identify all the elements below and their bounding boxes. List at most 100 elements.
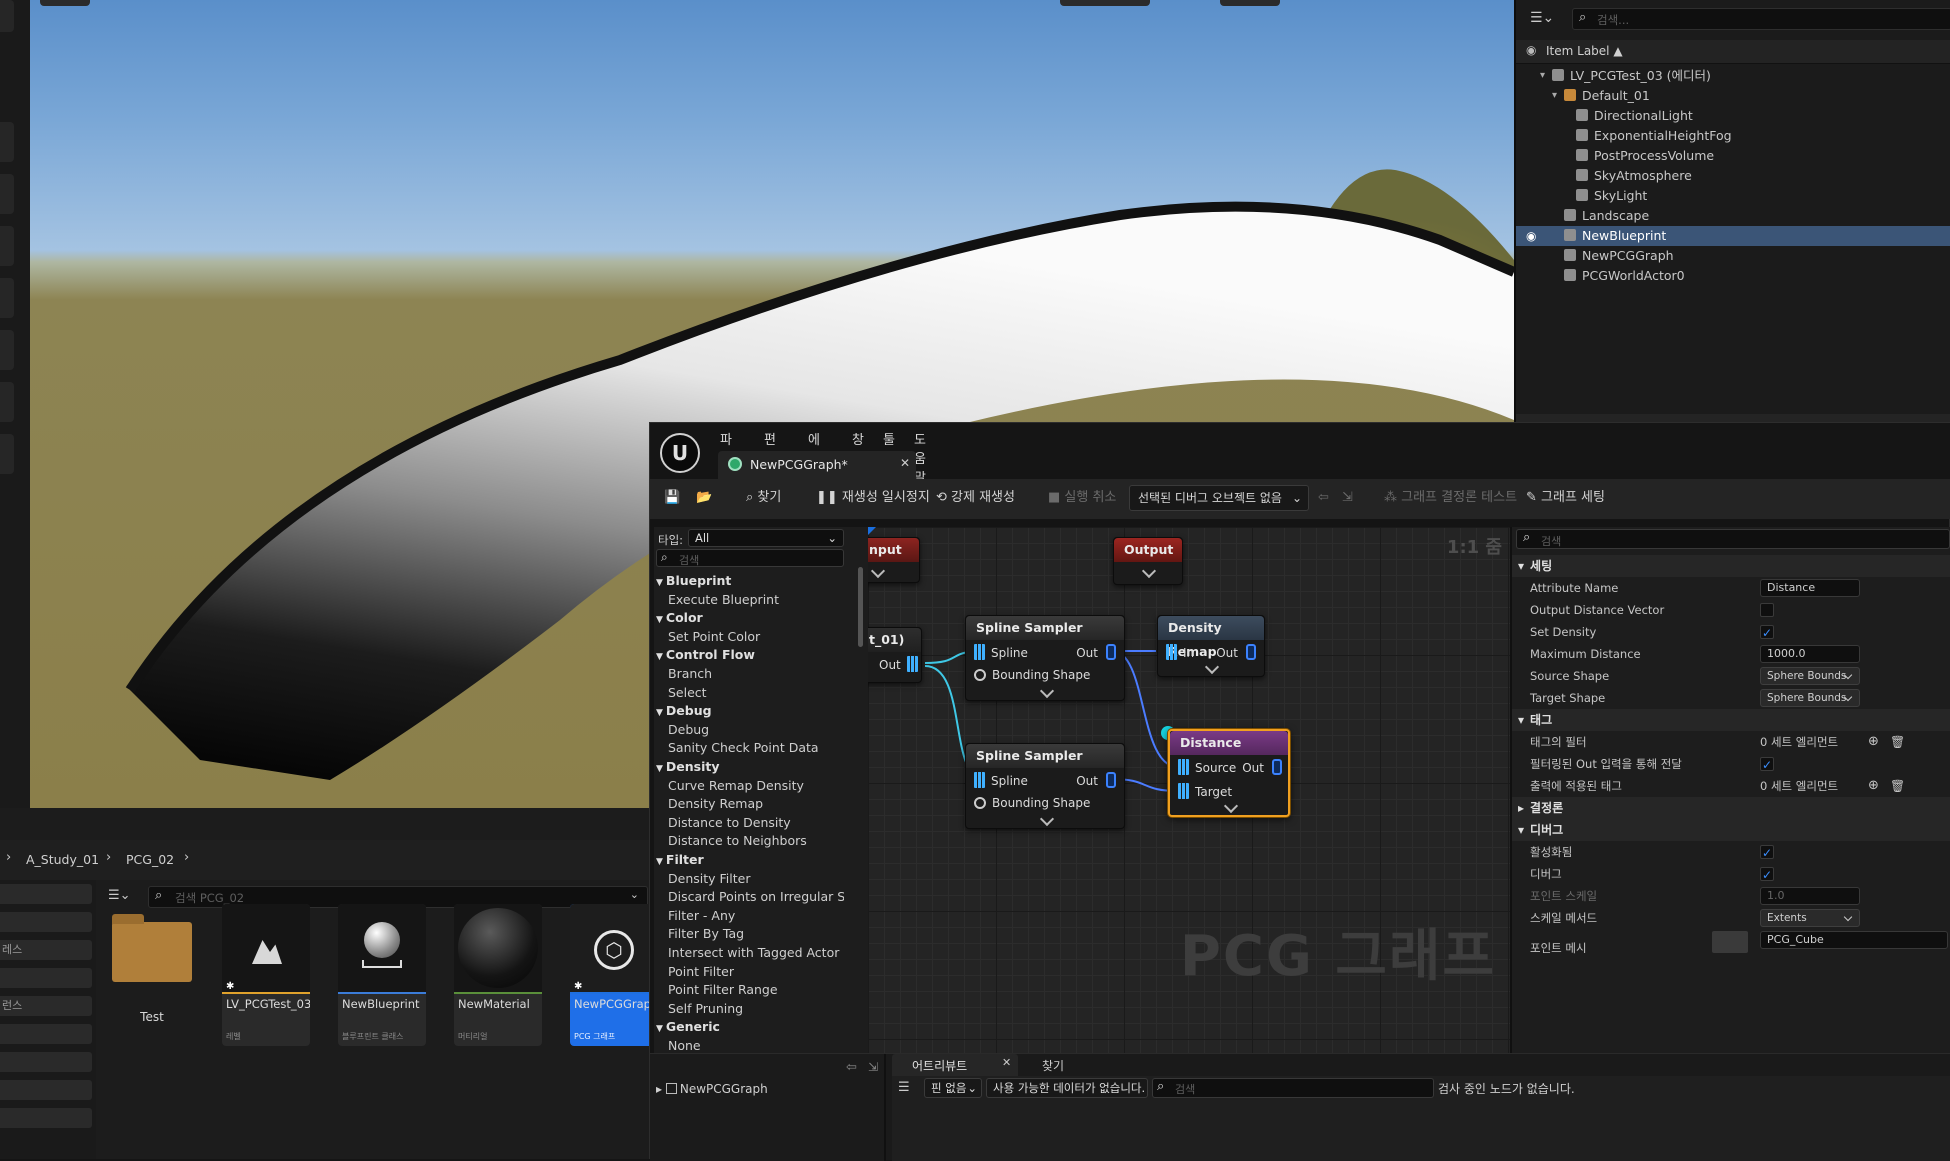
outliner-item[interactable]: Landscape (1516, 206, 1950, 226)
trash-icon[interactable]: 🗑 (1890, 775, 1905, 797)
point-mesh-field[interactable]: PCG_Cube (1760, 931, 1948, 949)
menu-item[interactable]: 툴 (883, 429, 895, 448)
source-input-pin[interactable]: Source (1178, 759, 1236, 775)
outliner-item[interactable]: PostProcessVolume (1516, 146, 1950, 166)
source-row[interactable] (0, 884, 92, 904)
palette-node-item[interactable]: Debug (668, 720, 709, 739)
section-debug[interactable]: ▾ 디버그 (1512, 819, 1950, 841)
viewport-toolbar-button[interactable] (40, 0, 90, 6)
pin-filter-dropdown[interactable]: 핀 없음 ⌄ (924, 1078, 982, 1098)
source-row[interactable] (0, 912, 92, 932)
palette-search-input[interactable]: ⌕ 검색 (656, 549, 844, 567)
tab-attributes[interactable]: 어트리뷰트 ✕ (892, 1054, 1018, 1076)
find-button[interactable]: ⌕ 찾기 (746, 480, 781, 516)
output-pin[interactable]: Out (1242, 759, 1282, 775)
toolbar-slot[interactable] (0, 0, 14, 32)
spline-sampler-node[interactable]: Spline Sampler Spline Bounding Shape Out (965, 615, 1125, 701)
spline-sampler-node[interactable]: Spline Sampler Spline Bounding Shape Out (965, 743, 1125, 829)
actor-data-node[interactable]: t_01) Out (868, 627, 922, 683)
palette-category[interactable]: ▼ Generic (656, 1017, 720, 1036)
set-density-checkbox[interactable] (1760, 622, 1774, 644)
outliner-item[interactable]: ExponentialHeightFog (1516, 126, 1950, 146)
close-icon[interactable]: ✕ (1002, 1056, 1011, 1069)
pass-through-checkbox[interactable] (1760, 754, 1774, 776)
output-pin[interactable]: Out (1216, 644, 1256, 660)
filter-icon[interactable]: ☰⌄ (108, 888, 131, 903)
asset-tile[interactable]: NewMaterial 머티리얼 (454, 904, 542, 1046)
attributes-search-input[interactable]: ⌕ 검색 (1152, 1078, 1434, 1098)
palette-node-item[interactable]: Point Filter (668, 962, 734, 981)
outliner-item[interactable]: ▾ Default_01 (1516, 86, 1950, 106)
visibility-icon[interactable]: ◉ (1526, 226, 1536, 246)
outliner-item[interactable]: DirectionalLight (1516, 106, 1950, 126)
toolbar-slot[interactable] (0, 122, 14, 162)
input-node[interactable]: nput (868, 537, 920, 583)
section-tags[interactable]: ▾ 태그 (1512, 709, 1950, 731)
palette-node-item[interactable]: Intersect with Tagged Actor Ge (668, 943, 844, 962)
target-shape-dropdown[interactable]: Sphere Bounds (1760, 689, 1860, 707)
pause-regeneration-button[interactable]: ❚❚ 재생성 일시정지 (816, 480, 930, 516)
outliner-search-input[interactable]: ⌕ 검색... (1572, 8, 1950, 30)
browse-icon[interactable]: 📂 (696, 480, 712, 516)
chevron-down-icon[interactable] (1039, 683, 1055, 699)
source-row[interactable] (0, 1108, 92, 1128)
output-pin[interactable]: Out (1076, 772, 1116, 788)
type-dropdown[interactable]: All ⌄ (688, 529, 844, 547)
viewport-toolbar-button[interactable] (1220, 0, 1280, 6)
scale-method-dropdown[interactable]: Extents (1760, 909, 1860, 927)
palette-node-item[interactable]: Select (668, 683, 707, 702)
palette-node-item[interactable]: None (668, 1036, 701, 1053)
trash-icon[interactable]: 🗑 (1890, 731, 1905, 753)
breadcrumb-item[interactable]: PCG_02 (126, 852, 174, 867)
data-filter-dropdown[interactable]: 사용 가능한 데이터가 없습니다. (986, 1078, 1148, 1098)
palette-category[interactable]: ▼ Control Flow (656, 645, 755, 664)
palette-node-item[interactable]: Sanity Check Point Data (668, 738, 819, 757)
source-row[interactable]: 런스 (0, 996, 92, 1016)
back-icon[interactable]: ⇦ (846, 1060, 857, 1075)
palette-node-item[interactable]: Discard Points on Irregular Sur (668, 887, 844, 906)
input-pin[interactable]: In (1166, 644, 1194, 660)
palette-node-item[interactable]: Self Pruning (668, 999, 743, 1018)
details-search-input[interactable]: ⌕ 검색 (1516, 529, 1950, 549)
expand-arrow-icon[interactable]: ▾ (1540, 66, 1545, 86)
asset-tile[interactable]: Test (108, 904, 196, 1046)
palette-node-item[interactable]: Distance to Density (668, 813, 791, 832)
browse-icon[interactable]: ⇲ (868, 1060, 878, 1074)
close-icon[interactable]: ✕ (900, 456, 910, 470)
graph-canvas[interactable]: 1:1 줌 PCG 그래프 nput t_01) Out Output Spli… (868, 527, 1510, 1053)
filter-icon[interactable]: ☰ (898, 1080, 910, 1095)
palette-node-item[interactable]: Filter - Any (668, 906, 735, 925)
toolbar-slot[interactable] (0, 278, 14, 318)
target-input-pin[interactable]: Target (1178, 783, 1232, 799)
attribute-name-field[interactable]: Distance (1760, 579, 1860, 597)
chevron-down-icon[interactable] (1141, 563, 1157, 579)
palette-category[interactable]: ▼ Filter (656, 850, 704, 869)
source-row[interactable]: 레스 (0, 940, 92, 960)
asset-tile[interactable]: ✱ LV_PCGTest_03 레벨 (222, 904, 310, 1046)
palette-node-item[interactable]: Point Filter Range (668, 980, 778, 999)
source-row[interactable] (0, 968, 92, 988)
toolbar-slot[interactable] (0, 434, 14, 474)
graph-settings-button[interactable]: ✎ 그래프 세팅 (1526, 480, 1605, 516)
outliner-item[interactable]: PCGWorldActor0 (1516, 266, 1950, 286)
tab-find[interactable]: 찾기 (1042, 1057, 1064, 1074)
palette-node-item[interactable]: Density Remap (668, 794, 763, 813)
palette-node-item[interactable]: Distance to Neighbors (668, 831, 807, 850)
enabled-checkbox[interactable] (1760, 842, 1774, 864)
distance-node[interactable]: Distance Source Target Out (1168, 729, 1290, 817)
point-scale-field[interactable]: 1.0 (1760, 887, 1860, 905)
palette-category[interactable]: ▼ Debug (656, 701, 712, 720)
mesh-thumbnail[interactable] (1712, 931, 1748, 953)
outliner-item[interactable]: ◉ NewBlueprint (1516, 226, 1950, 246)
toolbar-slot[interactable] (0, 330, 14, 370)
asset-tile[interactable]: NewBlueprint 블루프린트 클래스 (338, 904, 426, 1046)
palette-category[interactable]: ▼ Color (656, 608, 703, 627)
palette-category[interactable]: ▼ Density (656, 757, 720, 776)
palette-node-item[interactable]: Curve Remap Density (668, 776, 804, 795)
force-regeneration-button[interactable]: ⟲ 강제 재생성 (936, 480, 1015, 516)
add-icon[interactable]: ⊕ (1868, 731, 1879, 753)
debug-object-dropdown[interactable]: 선택된 디버그 오브젝트 없음 ⌄ (1129, 485, 1309, 511)
source-row[interactable] (0, 1080, 92, 1100)
palette-node-item[interactable]: Filter By Tag (668, 924, 744, 943)
visibility-icon[interactable]: ◉ (1526, 43, 1536, 57)
